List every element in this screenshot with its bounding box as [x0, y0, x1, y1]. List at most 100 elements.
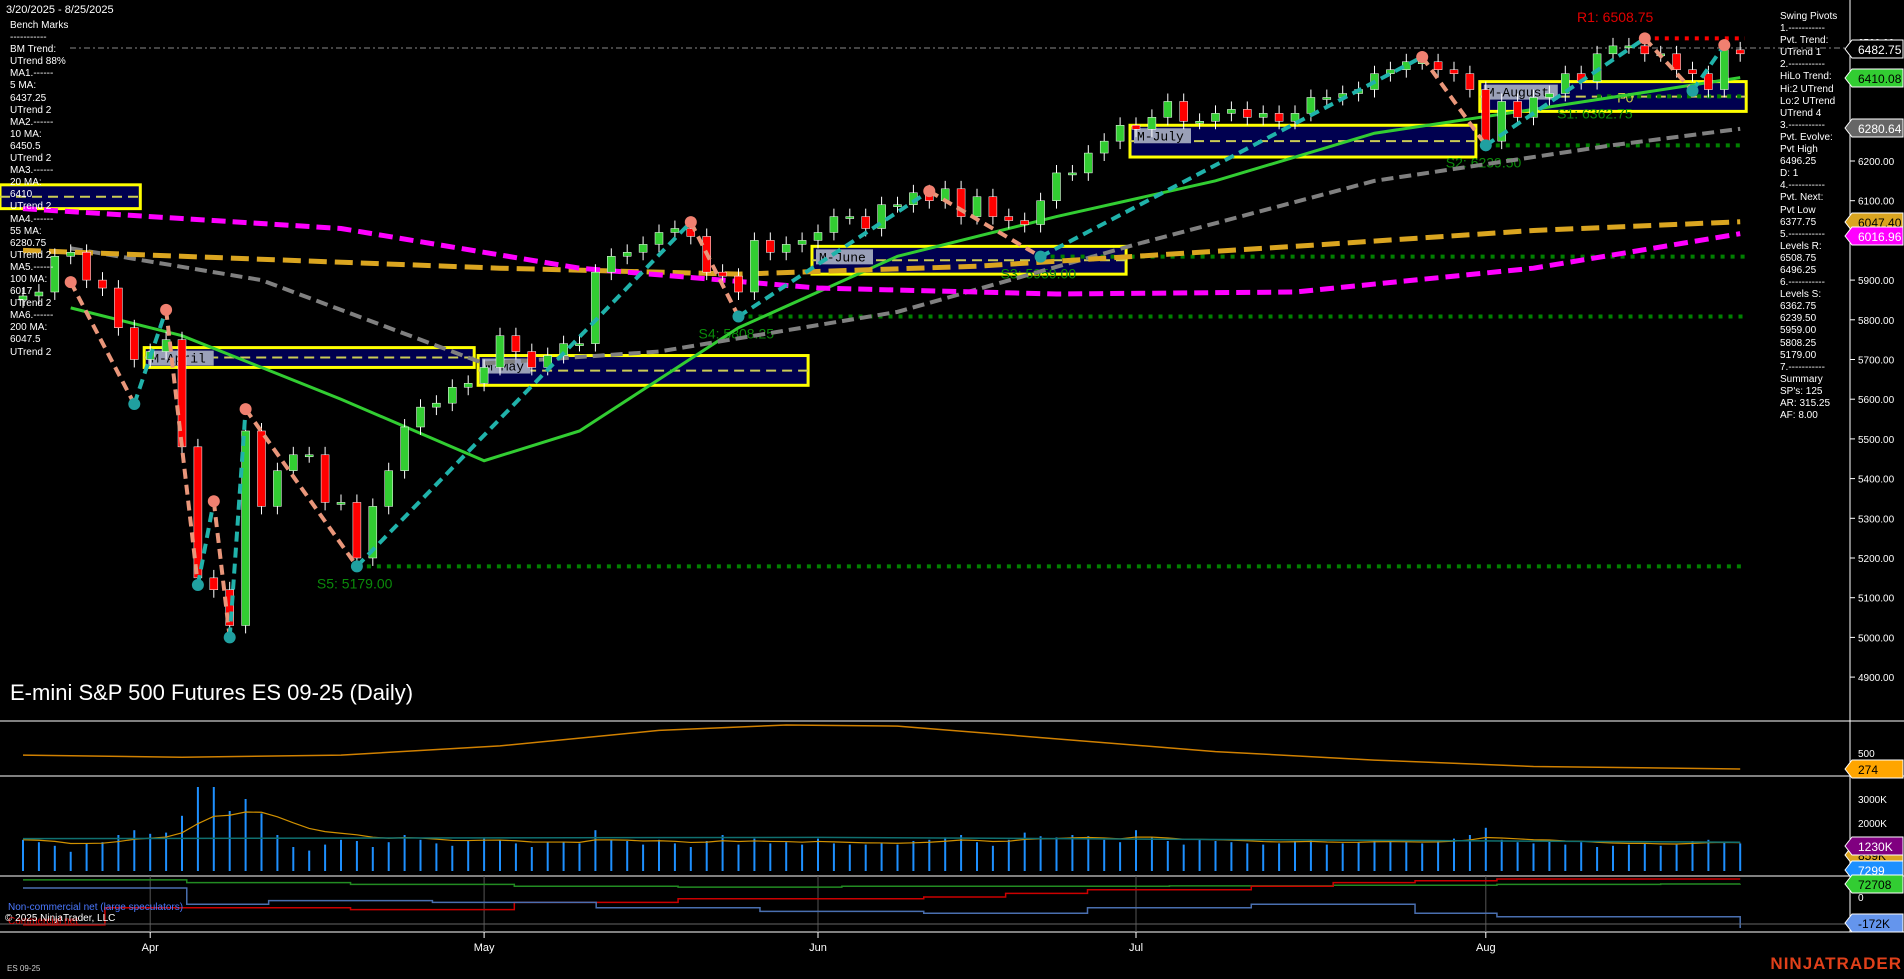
- swing-pivot-marker: [1416, 50, 1429, 63]
- ma-value-tag: 6410.08: [1858, 72, 1902, 86]
- y-tick-label: 5100.00: [1858, 594, 1895, 605]
- candle-body: [972, 196, 982, 217]
- benchmark-line: UTrend 2: [10, 201, 52, 213]
- cot-tag: -172K: [1858, 917, 1890, 931]
- candle-body: [591, 271, 600, 344]
- swing-pivot-line: HiLo Trend:: [1780, 71, 1832, 83]
- swing-pivot-line: Levels R:: [1780, 240, 1822, 252]
- swing-pivot-line: AF: 8.00: [1780, 410, 1818, 422]
- benchmarks-legend: Bench Marks ----------- BM Trend: UTrend 88…: [10, 20, 68, 359]
- volume-average-line: [22, 811, 1741, 845]
- candle-body: [130, 327, 139, 360]
- cot-tick: 0: [1858, 893, 1864, 904]
- candle-body: [766, 240, 775, 253]
- swing-pivot-line: Hi:2 UTrend: [1780, 83, 1834, 95]
- swing-pivot-marker: [1638, 32, 1651, 45]
- candle-body: [463, 383, 473, 388]
- x-tick-label: Aug: [1476, 942, 1496, 954]
- swing-pivot-line: Swing Pivots: [1780, 11, 1838, 22]
- swing-pivot-line: 5179.00: [1780, 349, 1817, 361]
- y-tick-label: 5900.00: [1858, 276, 1895, 287]
- candle-body: [893, 204, 902, 207]
- chart-title: E-mini S&P 500 Futures ES 09-25 (Daily): [10, 680, 414, 705]
- benchmark-line: MA3.------: [10, 165, 54, 177]
- last-price-tag: 6482.75: [1858, 43, 1902, 57]
- benchmark-line: UTrend 2: [10, 153, 52, 165]
- candle-body: [988, 196, 998, 217]
- volume-tag: 1230K: [1858, 840, 1893, 854]
- swing-pivot-line: Pvt High: [1780, 144, 1818, 156]
- swing-pivots-legend: Swing Pivots 1.----------- Pvt. Trend: UTre…: [1780, 11, 1837, 422]
- volume-tick: 3000K: [1858, 795, 1887, 806]
- swing-pivot-line: 6.-----------: [1780, 277, 1825, 289]
- candle-body: [1211, 113, 1220, 122]
- candle-body: [1608, 45, 1618, 55]
- candle-body: [1068, 172, 1077, 176]
- candle-body: [575, 343, 584, 346]
- candle-body: [1020, 220, 1029, 225]
- candle-body: [1545, 93, 1554, 98]
- swing-pivot-marker: [207, 495, 220, 508]
- y-tick-label: 4900.00: [1858, 673, 1895, 684]
- y-tick-label: 5700.00: [1858, 356, 1895, 367]
- benchmark-line: BM Trend:: [10, 44, 57, 56]
- swing-pivot-marker: [223, 631, 236, 644]
- candle-body: [448, 387, 457, 404]
- candle-body: [1131, 125, 1141, 130]
- candle-body: [1258, 113, 1268, 118]
- y-tick-label: 5300.00: [1858, 514, 1895, 525]
- swing-pivot-marker: [732, 310, 745, 323]
- swing-pivot-line: Pvt. Evolve:: [1780, 131, 1833, 143]
- y-tick-label: 5000.00: [1858, 633, 1895, 644]
- monthly-box-label: M-July: [1137, 129, 1184, 144]
- level-label: R1: 6508.75: [1577, 9, 1653, 25]
- oscillator-tag: 274: [1858, 763, 1878, 777]
- oscillator-tick: 500: [1858, 749, 1875, 760]
- swing-pivot-line: 6239.50: [1780, 313, 1817, 325]
- swing-pivot-line: AR: 315.25: [1780, 398, 1831, 409]
- x-tick-label: May: [473, 942, 495, 954]
- swing-pivot-line: Levels S:: [1780, 289, 1822, 301]
- swing-pivot-line: UTrend 4: [1780, 107, 1822, 119]
- candle-body: [209, 577, 219, 591]
- swing-line: [211, 500, 232, 638]
- swing-pivot-marker: [923, 185, 936, 198]
- benchmark-line: 6017: [10, 286, 33, 298]
- candle-body: [98, 279, 107, 289]
- benchmark-line: 6437.25: [10, 92, 47, 104]
- candle-body: [1163, 101, 1173, 118]
- swing-pivot-line: 6377.75: [1780, 216, 1817, 228]
- swing-pivot-line: 4.-----------: [1780, 180, 1825, 192]
- candle-body: [336, 502, 346, 505]
- candle-body: [432, 402, 441, 408]
- candle-body: [1640, 45, 1650, 55]
- candle-body: [193, 446, 203, 579]
- benchmark-line: Bench Marks: [10, 20, 69, 31]
- swing-pivot-line: 5959.00: [1780, 325, 1817, 337]
- swing-pivot-line: 6508.75: [1780, 252, 1817, 264]
- candle-body: [1147, 117, 1157, 130]
- benchmark-line: 6280.75: [10, 237, 47, 249]
- benchmark-line: UTrend 2: [10, 249, 52, 261]
- candle-body: [861, 216, 870, 229]
- candle-body: [670, 228, 680, 233]
- swing-pivot-line: 1.-----------: [1780, 23, 1825, 35]
- candle-body: [527, 351, 537, 368]
- swing-pivot-line: 6362.75: [1780, 301, 1817, 313]
- y-tick-label: 6200.00: [1858, 157, 1895, 168]
- y-tick-label: 5800.00: [1858, 316, 1895, 327]
- swing-line: [355, 220, 693, 568]
- benchmark-line: 20 MA:: [10, 177, 42, 189]
- candle-body: [1179, 101, 1188, 122]
- level-label: S5: 5179.00: [317, 575, 393, 591]
- candle-body: [114, 287, 123, 328]
- candle-body: [416, 406, 425, 428]
- copyright: © 2025 NinjaTrader, LLC: [5, 913, 116, 924]
- candle-body: [813, 232, 823, 241]
- candle-body: [320, 454, 330, 503]
- swing-pivot-marker: [1479, 139, 1492, 152]
- benchmark-line: 55 MA:: [10, 225, 42, 237]
- benchmark-line: UTrend 2: [10, 346, 52, 358]
- candle-body: [1306, 97, 1316, 114]
- swing-pivot-marker: [160, 303, 173, 316]
